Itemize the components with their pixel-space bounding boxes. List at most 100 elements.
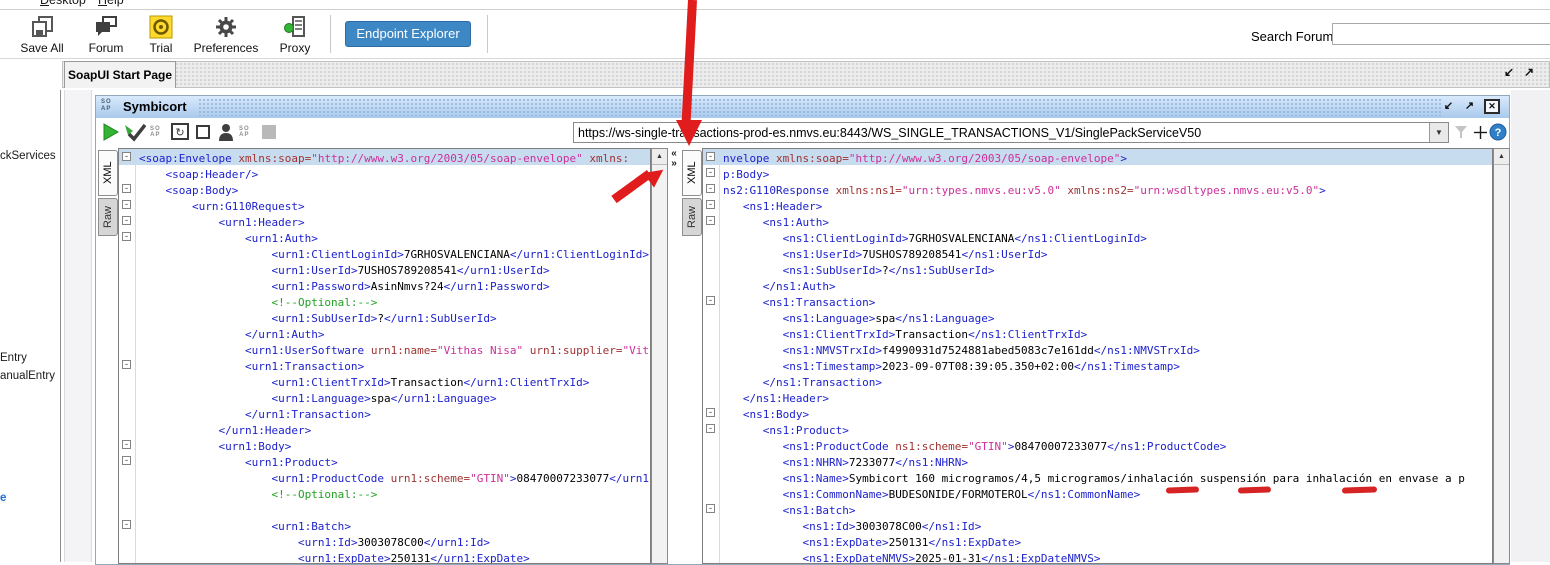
create-empty-icon[interactable] — [217, 121, 235, 143]
minimize-window-icon[interactable]: ↙ — [1440, 98, 1457, 114]
fold-toggle-icon[interactable]: - — [122, 360, 131, 369]
dock-window-icon[interactable]: ↙ — [1504, 65, 1514, 79]
fold-toggle-icon[interactable]: - — [706, 296, 715, 305]
preferences-button[interactable]: Preferences — [192, 13, 260, 55]
xml-line: - <urn:G110Request> — [119, 197, 650, 213]
xml-line: - <urn1:Auth> — [119, 229, 650, 245]
run-request-icon[interactable] — [102, 121, 120, 143]
fold-toggle-icon[interactable]: - — [706, 216, 715, 225]
fold-toggle-icon[interactable]: - — [706, 200, 715, 209]
fold-toggle-icon[interactable]: - — [706, 168, 715, 177]
trial-button[interactable]: Trial — [138, 13, 184, 55]
fold-toggle-icon[interactable]: - — [122, 232, 131, 241]
save-all-icon — [14, 13, 70, 40]
float-window-icon[interactable]: ↗ — [1524, 65, 1534, 79]
xml-line: <urn1:UserSoftware urn1:name="Vithas Nis… — [244, 344, 650, 357]
proxy-button[interactable]: Proxy — [272, 13, 318, 55]
fold-toggle-icon[interactable]: - — [122, 456, 131, 465]
toolbar-separator — [330, 15, 331, 53]
response-tab-raw[interactable]: Raw — [682, 198, 702, 236]
maximize-window-icon[interactable]: ↗ — [1461, 98, 1478, 114]
menu-bar: Desktop Help — [0, 0, 1550, 9]
xml-line: - ns2:G110Response xmlns:ns1="urn:types.n… — [703, 181, 1492, 197]
xml-line: <ns1:UserId>7USHOS789208541</ns1:UserId> — [782, 248, 1048, 261]
xml-line: <urn1:ClientTrxId>Transaction</urn1:Clie… — [271, 376, 590, 389]
navigator-item-fragment[interactable]: ckServices — [0, 150, 56, 162]
menu-item-help[interactable]: Help — [98, 0, 124, 7]
close-window-icon[interactable]: ✕ — [1484, 99, 1500, 114]
navigator-item-fragment[interactable]: anualEntry — [0, 370, 55, 382]
request-window: SO AP Symbicort ↙ ↗ ✕ SOAP ↻ SOAP ▼ — [95, 95, 1510, 565]
xml-line: </urn1:Auth> — [244, 328, 325, 341]
xml-line: <urn1:Language>spa</urn1:Language> — [271, 392, 497, 405]
forum-icon — [80, 13, 132, 40]
request-tab-xml[interactable]: XML — [98, 150, 118, 196]
tab-soapui-start-page[interactable]: SoapUI Start Page — [64, 61, 176, 88]
xml-line: - <ns1:Body> — [703, 405, 1492, 421]
forum-button[interactable]: Forum — [80, 13, 132, 55]
request-toolbar: SOAP ↻ SOAP ▼ ? — [96, 118, 1509, 146]
response-tab-xml[interactable]: XML — [682, 150, 702, 196]
xml-line: </urn1:Header> — [218, 424, 312, 437]
toolbar-separator — [487, 15, 488, 53]
scroll-up-icon[interactable]: ▲ — [652, 149, 667, 165]
fold-toggle-icon[interactable]: - — [122, 184, 131, 193]
fold-toggle-icon[interactable]: - — [122, 440, 131, 449]
save-all-button[interactable]: Save All — [14, 13, 70, 55]
xml-line: <ns1:ExpDate>250131</ns1:ExpDate> — [802, 536, 1022, 549]
red-arrow-down-head — [676, 120, 702, 146]
splitter-collapse-buttons[interactable]: «» — [668, 149, 680, 169]
xml-line — [119, 501, 650, 517]
cancel-request-icon[interactable] — [195, 121, 211, 143]
endpoint-dropdown-icon[interactable]: ▼ — [1429, 123, 1448, 142]
search-forum-input[interactable] — [1332, 23, 1550, 45]
help-icon[interactable]: ? — [1489, 121, 1507, 143]
request-xml-editor[interactable]: - <soap:Envelope xmlns:soap="http://www.w… — [118, 148, 651, 564]
xml-line: </ns1:Auth> — [762, 280, 836, 293]
endpoint-url-combo[interactable]: ▼ — [573, 122, 1449, 143]
xml-line: <ns1:ClientTrxId>Transaction</ns1:Client… — [782, 328, 1088, 341]
recreate-request-icon[interactable]: ↻ — [170, 121, 190, 143]
fold-toggle-icon[interactable]: - — [122, 200, 131, 209]
submit-request-icon[interactable] — [124, 121, 146, 143]
request-xml-lines: - <soap:Envelope xmlns:soap="http://www.w… — [119, 149, 650, 563]
fold-toggle-icon[interactable]: - — [706, 152, 715, 161]
fold-toggle-icon[interactable]: - — [122, 520, 131, 529]
xml-line: - p:Body> — [703, 165, 1492, 181]
fold-toggle-icon[interactable]: - — [706, 184, 715, 193]
xml-line: - <urn1:Product> — [119, 453, 650, 469]
add-crosshair-icon[interactable] — [1473, 121, 1488, 143]
xml-line: - <urn1:Batch> — [119, 517, 650, 533]
fold-toggle-icon[interactable]: - — [706, 504, 715, 513]
fold-toggle-icon[interactable]: - — [706, 424, 715, 433]
xml-line: <ns1:Name>Symbicort 160 microgramos/4,5 … — [782, 472, 1465, 485]
request-window-titlebar[interactable]: SO AP Symbicort ↙ ↗ ✕ — [96, 96, 1509, 119]
xml-line: <soap:Header/> — [165, 168, 259, 181]
response-xml-editor[interactable]: - nvelope xmlns:soap="http://www.w3.org/2… — [702, 148, 1493, 564]
fold-toggle-icon[interactable]: - — [706, 408, 715, 417]
menu-item-desktop[interactable]: Desktop — [40, 0, 86, 7]
navigator-item-fragment[interactable]: Entry — [0, 352, 27, 364]
endpoint-explorer-button[interactable]: Endpoint Explorer — [345, 21, 471, 47]
red-underline-annotation — [1237, 486, 1272, 494]
xml-line: - <ns1:Header> — [703, 197, 1492, 213]
xml-line: <urn1:Id>3003078C00</urn1:Id> — [297, 536, 491, 549]
xml-line: <ns1:NHRN>7233077</ns1:NHRN> — [782, 456, 969, 469]
xml-line: </urn1:Transaction> — [244, 408, 371, 421]
soap-mini-icon[interactable]: SO AP — [239, 121, 250, 143]
navigator-divider[interactable] — [60, 90, 61, 562]
desktop-margin — [1511, 90, 1550, 562]
navigator-link-fragment[interactable]: e — [0, 492, 6, 504]
xml-line: - <urn1:Body> — [119, 437, 650, 453]
red-arrow-diagonal-annotation — [611, 162, 672, 212]
titlebar-texture — [198, 98, 1443, 116]
fold-toggle-icon[interactable]: - — [122, 216, 131, 225]
svg-text:↻: ↻ — [175, 127, 184, 139]
fold-toggle-icon[interactable]: - — [122, 152, 131, 161]
request-tab-raw[interactable]: Raw — [98, 198, 118, 236]
soap-mini-icon[interactable]: SO AP — [150, 121, 161, 143]
xml-line: <urn1:ClientLoginId>7GRHOSVALENCIANA</ur… — [271, 248, 649, 261]
response-scrollbar[interactable]: ▲ — [1493, 148, 1510, 564]
xml-line: <!--Optional:--> — [271, 296, 378, 309]
scroll-up-icon[interactable]: ▲ — [1494, 149, 1509, 165]
